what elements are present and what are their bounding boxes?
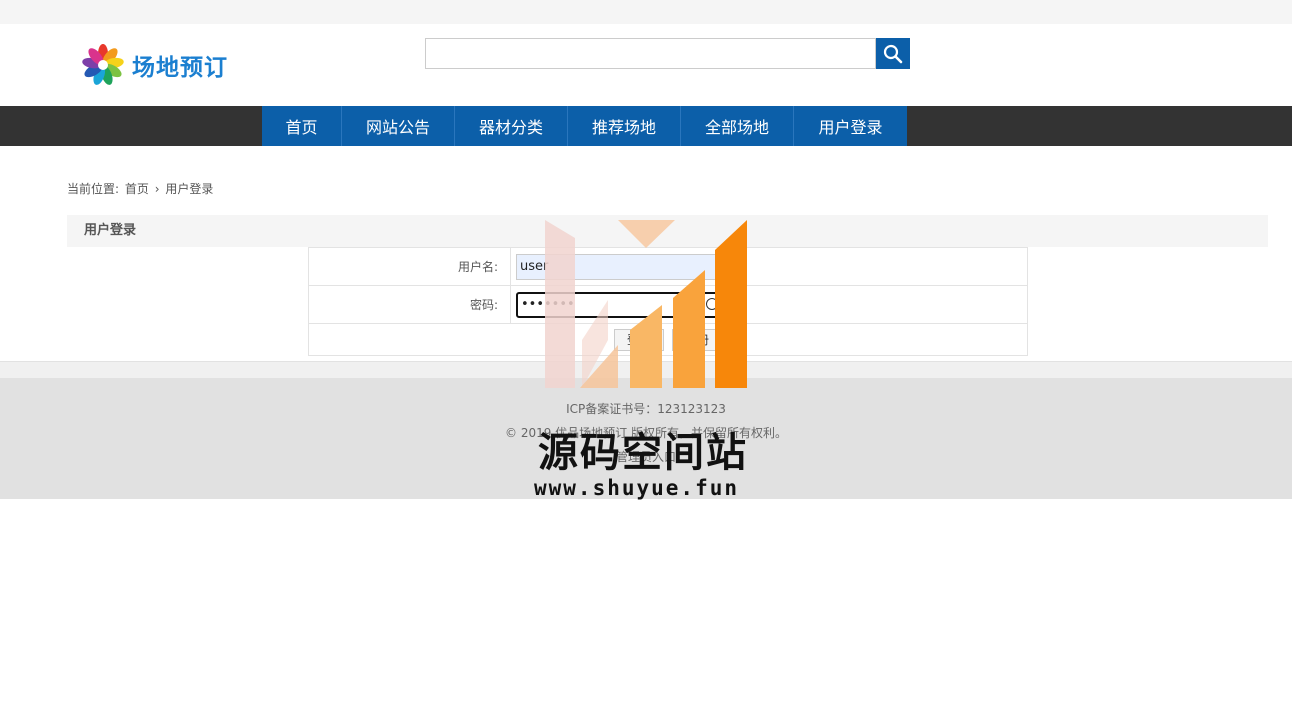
username-input[interactable] [516,253,718,280]
button-cell: 登录 注册 [308,323,1028,356]
register-button[interactable]: 注册 [672,328,723,351]
username-cell [510,247,1028,286]
top-strip [0,0,1292,24]
watermark-title: 源码空间站 [538,430,748,476]
breadcrumb-current: 用户登录 [165,182,214,196]
login-button[interactable]: 登录 [613,328,664,351]
icp-text: ICP备案证书号：123123123 [566,402,726,416]
nav-item-all-venues[interactable]: 全部场地 [681,106,794,146]
password-cell [510,285,1028,324]
button-row: 登录 注册 [308,323,1028,356]
logo[interactable]: 场地预订 [80,42,228,88]
footer-separator [0,361,1292,378]
breadcrumb: 当前位置: 首页 › 用户登录 [67,180,215,197]
password-input[interactable] [516,291,718,318]
nav-item-home[interactable]: 首页 [262,106,342,146]
password-label: 密码: [308,285,511,324]
breadcrumb-separator: › [154,182,160,196]
search-bar [425,38,910,69]
nav-item-login[interactable]: 用户登录 [794,106,907,146]
search-icon [883,44,903,63]
logo-text: 场地预订 [132,54,228,81]
username-label: 用户名: [308,247,511,286]
watermark-url: www.shuyue.fun [534,476,740,500]
main-nav: 首页 网站公告 器材分类 推荐场地 全部场地 用户登录 [0,106,1292,146]
nav-item-equipment[interactable]: 器材分类 [455,106,568,146]
nav-item-recommended[interactable]: 推荐场地 [568,106,681,146]
flower-logo-icon [82,44,124,85]
panel-title: 用户登录 [67,215,1268,247]
username-row: 用户名: [308,247,1028,286]
password-row: 密码: [308,285,1028,324]
breadcrumb-prefix: 当前位置: [67,182,120,196]
nav-items: 首页 网站公告 器材分类 推荐场地 全部场地 用户登录 [262,106,907,146]
show-password-icon[interactable] [706,298,718,310]
login-form: 用户名: 密码: 登录 注册 [308,247,1028,356]
breadcrumb-home-link[interactable]: 首页 [125,182,149,196]
search-button[interactable] [876,38,910,69]
nav-item-announcements[interactable]: 网站公告 [342,106,455,146]
search-input[interactable] [425,38,876,69]
header: 场地预订 [0,24,1292,106]
